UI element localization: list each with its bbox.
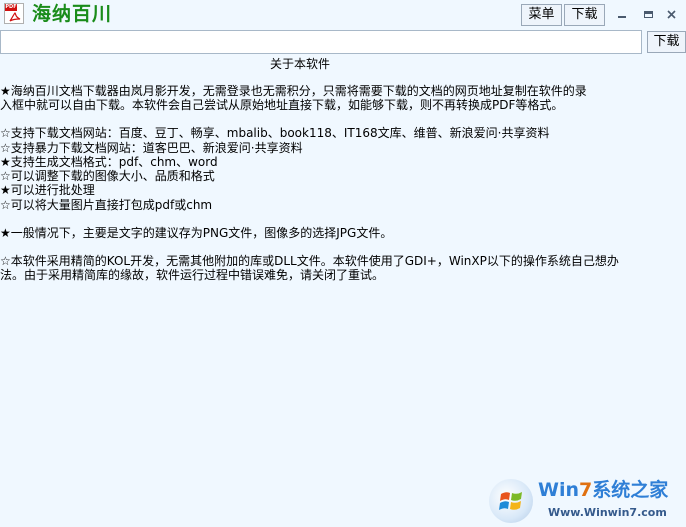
minimize-icon xyxy=(618,16,626,18)
download-menu-button[interactable]: 下载 xyxy=(564,4,605,26)
pdf-app-icon: PDF xyxy=(4,3,24,24)
brand-seven: 7 xyxy=(579,479,593,501)
download-button[interactable]: 下载 xyxy=(647,31,686,53)
about-heading: 关于本软件 xyxy=(270,57,331,71)
windows-flag-icon xyxy=(499,492,522,510)
about-line: ☆可以调整下载的图像大小、品质和格式 xyxy=(0,169,215,183)
about-line: 法。由于采用精简库的缘故，软件运行过程中错误难免，请关闭了重试。 xyxy=(0,268,385,282)
brand-win: Win xyxy=(538,479,579,501)
maximize-icon xyxy=(643,10,653,18)
about-line: ☆支持下载文档网站：百度、豆丁、畅享、mbalib、book118、IT168文… xyxy=(0,126,550,140)
about-line: ☆支持暴力下载文档网站：道客巴巴、新浪爱问·共享资料 xyxy=(0,141,303,155)
brand-name: 系统之家 xyxy=(592,479,669,501)
close-icon xyxy=(666,9,676,19)
menu-button[interactable]: 菜单 xyxy=(521,4,562,26)
watermark-url: Www.Winwin7.com xyxy=(548,506,667,519)
watermark-brand: Win7系统之家 xyxy=(538,479,668,501)
close-button[interactable] xyxy=(661,4,681,24)
app-window: PDF 海纳百川 菜单 下载 下载 关于本软件 ★海纳百川文档下载器由岚月影开发… xyxy=(0,0,686,527)
site-watermark: Win7系统之家 Www.Winwin7.com xyxy=(486,470,686,527)
url-input[interactable] xyxy=(0,30,642,54)
app-title: 海纳百川 xyxy=(32,3,113,25)
about-line: ★海纳百川文档下载器由岚月影开发，无需登录也无需积分，只需将需要下载的文档的网页… xyxy=(0,84,587,98)
about-line: ☆本软件采用精简的KOL开发，无需其他附加的库或DLL文件。本软件使用了GDI+… xyxy=(0,254,619,268)
minimize-button[interactable] xyxy=(612,4,632,24)
acrobat-glyph-icon xyxy=(9,12,21,22)
about-line: ★支持生成文档格式：pdf、chm、word xyxy=(0,155,218,169)
pdf-tag-text: PDF xyxy=(5,4,17,11)
windows-logo-icon xyxy=(489,479,533,523)
about-line: ★一般情况下，主要是文字的建议存为PNG文件，图像多的选择JPG文件。 xyxy=(0,226,393,240)
about-line: ★可以进行批处理 xyxy=(0,183,95,197)
maximize-button[interactable] xyxy=(638,4,658,24)
about-line: 入框中就可以自由下载。本软件会自己尝试从原始地址直接下载，如能够下载，则不再转换… xyxy=(0,98,564,112)
about-line: ☆可以将大量图片直接打包成pdf或chm xyxy=(0,198,213,212)
title-bar: PDF 海纳百川 菜单 下载 xyxy=(0,0,686,28)
about-panel: 关于本软件 ★海纳百川文档下载器由岚月影开发，无需登录也无需积分，只需将需要下载… xyxy=(0,54,686,527)
